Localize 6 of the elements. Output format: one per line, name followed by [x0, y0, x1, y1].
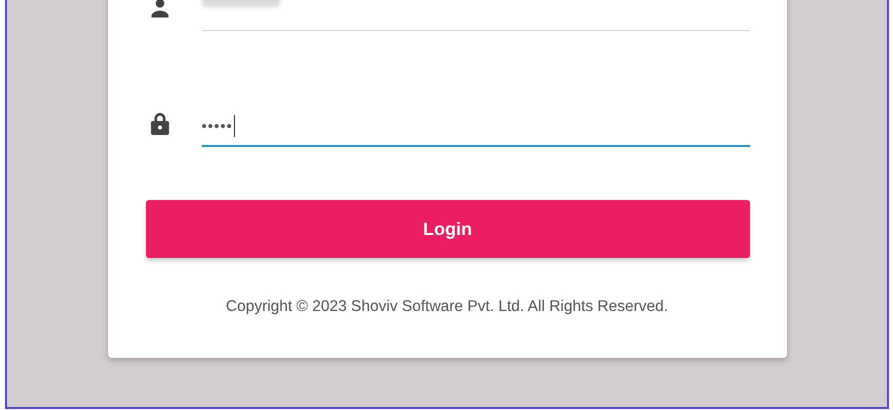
copyright-text: Copyright © 2023 Shoviv Software Pvt. Ltd. All Rights Reserved.: [224, 298, 670, 316]
lock-icon: [150, 112, 170, 136]
user-icon: [150, 0, 170, 18]
password-field[interactable]: •••••: [202, 107, 750, 147]
login-button[interactable]: Login: [146, 200, 750, 258]
username-field[interactable]: [202, 0, 750, 31]
